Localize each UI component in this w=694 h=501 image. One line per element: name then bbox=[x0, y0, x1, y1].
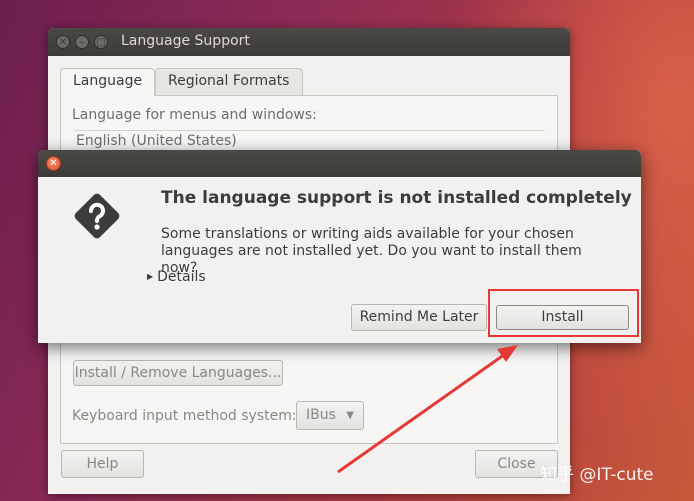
input-method-select[interactable]: IBus ▼ bbox=[296, 401, 364, 430]
close-icon[interactable]: ✕ bbox=[56, 35, 70, 49]
install-remove-languages-button[interactable]: Install / Remove Languages... bbox=[73, 360, 283, 386]
language-menus-label: Language for menus and windows: bbox=[72, 107, 317, 123]
dialog-titlebar: ✕ bbox=[38, 150, 641, 177]
minimize-icon[interactable]: – bbox=[75, 35, 89, 49]
list-item[interactable]: English (United States) bbox=[76, 133, 237, 149]
install-highlight-annotation bbox=[488, 289, 639, 337]
triangle-right-icon: ▶ bbox=[147, 272, 154, 281]
window-title: Language Support bbox=[121, 33, 250, 49]
chevron-down-icon: ▼ bbox=[346, 410, 354, 421]
close-icon[interactable]: ✕ bbox=[46, 156, 61, 171]
tab-language[interactable]: Language bbox=[60, 68, 155, 96]
maximize-icon[interactable]: □ bbox=[94, 35, 108, 49]
tab-regional-formats[interactable]: Regional Formats bbox=[155, 68, 303, 96]
keyboard-input-label: Keyboard input method system: bbox=[72, 408, 297, 424]
help-button[interactable]: Help bbox=[61, 450, 144, 478]
input-method-value: IBus bbox=[306, 407, 336, 423]
watermark: 知乎 @IT-cute bbox=[540, 465, 654, 485]
question-icon bbox=[74, 193, 120, 239]
window-titlebar: ✕ – □ Language Support bbox=[48, 28, 570, 56]
details-expander[interactable]: ▶ Details bbox=[147, 269, 206, 285]
dialog-heading: The language support is not installed co… bbox=[161, 188, 632, 208]
details-label: Details bbox=[157, 269, 206, 285]
dialog-message: Some translations or writing aids availa… bbox=[161, 226, 582, 276]
remind-me-later-button[interactable]: Remind Me Later bbox=[351, 304, 487, 331]
